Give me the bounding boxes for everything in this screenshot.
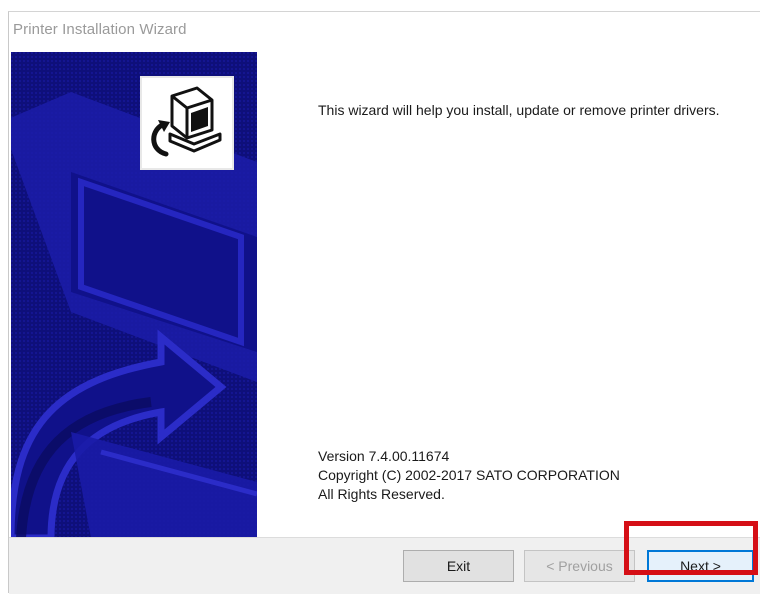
copyright-text: Copyright (C) 2002-2017 SATO CORPORATION xyxy=(318,467,620,483)
previous-button[interactable]: < Previous xyxy=(524,550,635,582)
printer-install-icon xyxy=(140,76,234,170)
rights-text: All Rights Reserved. xyxy=(318,486,445,502)
next-button-highlight-box xyxy=(624,521,758,575)
wizard-intro-text: This wizard will help you install, updat… xyxy=(318,102,720,118)
wizard-side-banner xyxy=(11,52,257,538)
wizard-window: Printer Installation Wizard This wizard … xyxy=(8,11,760,594)
version-info: Version 7.4.00.11674 Copyright (C) 2002-… xyxy=(318,447,738,504)
exit-button[interactable]: Exit xyxy=(403,550,514,582)
title-bar: Printer Installation Wizard xyxy=(9,12,760,50)
window-title: Printer Installation Wizard xyxy=(13,21,187,38)
version-text: Version 7.4.00.11674 xyxy=(318,448,450,464)
